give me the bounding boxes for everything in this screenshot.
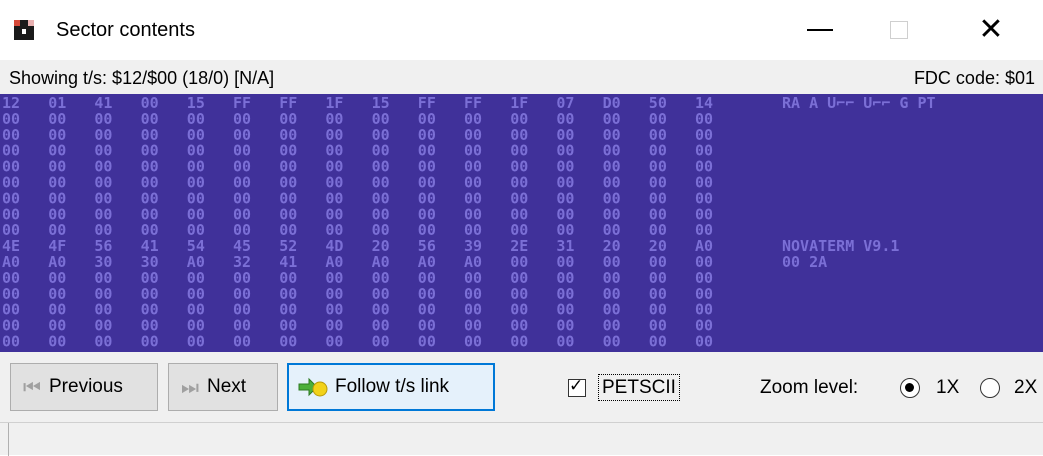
sector-hex-view[interactable]: 12 01 41 00 15 FF FF 1F 15 FF FF 1F 07 D0 50 14 00 00 00 00…: [0, 94, 1043, 352]
hex-byte: 00: [187, 333, 205, 351]
next-button[interactable]: ⏭ Next: [168, 363, 278, 411]
maximize-button[interactable]: [876, 12, 922, 48]
hex-byte: 00: [233, 333, 251, 351]
hex-byte: 00: [603, 333, 621, 351]
close-icon: ✕: [978, 12, 1004, 47]
hex-byte: 00: [556, 333, 574, 351]
skip-next-icon: ⏭: [181, 375, 199, 399]
hex-byte: 00: [649, 333, 667, 351]
status-divider: [8, 423, 9, 456]
window-title: Sector contents: [56, 19, 195, 41]
minimize-button[interactable]: [797, 12, 843, 48]
hex-byte: 00: [94, 333, 112, 351]
hex-byte: 00: [372, 333, 390, 351]
floppy-disk-icon: [14, 20, 34, 40]
fdc-code-readout: FDC code: $01: [913, 68, 1035, 88]
follow-link-button[interactable]: Follow t/s link: [287, 363, 495, 411]
zoom-2x-radio[interactable]: [980, 378, 1000, 398]
hex-byte: 00: [464, 333, 482, 351]
hex-byte: 00: [279, 333, 297, 351]
zoom-2x-label[interactable]: 2X: [1014, 377, 1037, 399]
maximize-icon: [890, 21, 908, 39]
hex-byte: 00: [141, 333, 159, 351]
hex-byte: 00: [510, 333, 528, 351]
minimize-icon: [807, 29, 833, 31]
zoom-1x-radio[interactable]: [900, 378, 920, 398]
previous-label: Previous: [49, 376, 123, 397]
radio-selected-dot: [905, 383, 914, 392]
status-bar: [0, 422, 1043, 456]
previous-button[interactable]: ⏮ Previous: [10, 363, 158, 411]
sector-info-bar: Showing t/s: $12/$00 (18/0) [N/A] FDC co…: [0, 60, 1043, 94]
zoom-level-label: Zoom level:: [760, 377, 859, 398]
zoom-1x-label[interactable]: 1X: [936, 377, 959, 399]
follow-link-label: Follow t/s link: [335, 376, 450, 397]
skip-previous-icon: ⏮: [23, 375, 41, 399]
petscii-label[interactable]: PETSCII: [598, 374, 680, 401]
track-sector-readout: Showing t/s: $12/$00 (18/0) [N/A]: [9, 68, 275, 88]
hex-byte: 00: [48, 333, 66, 351]
follow-link-icon: [297, 376, 329, 398]
petscii-text-row: RA A U⌐⌐ U⌐⌐ G PT: [782, 94, 936, 112]
navigation-toolbar: ⏮ Previous ⏭ Next Follow t/s link: [0, 352, 1043, 422]
hex-byte: 00: [325, 333, 343, 351]
close-button[interactable]: ✕: [968, 12, 1014, 48]
title-bar: Sector contents ✕: [0, 0, 1043, 60]
hex-dump-canvas: 12 01 41 00 15 FF FF 1F 15 FF FF 1F 07 D0 50 1400 00 00 00…: [2, 94, 936, 351]
checkmark-icon: ✓: [569, 376, 584, 396]
hex-byte: 00: [695, 333, 713, 351]
next-label: Next: [207, 376, 247, 397]
hex-byte: 00: [2, 333, 20, 351]
hex-byte: 00: [418, 333, 436, 351]
petscii-text-row: 00 2A: [782, 253, 827, 271]
petscii-checkbox[interactable]: ✓: [568, 376, 586, 397]
